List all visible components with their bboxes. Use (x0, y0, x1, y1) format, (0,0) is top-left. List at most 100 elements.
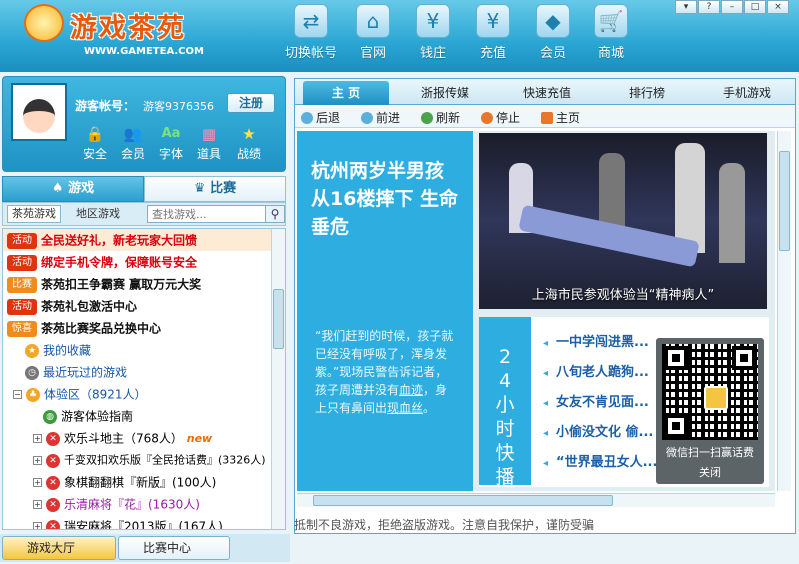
font-button[interactable]: Aa 字体 (153, 125, 189, 162)
photo-figure (719, 163, 745, 263)
surprise-tag: 惊喜 (7, 320, 37, 337)
list-item[interactable]: 惊喜 茶苑比赛奖品兑换中心 (3, 317, 285, 339)
quick-news-item[interactable]: 女友不肯见面... (543, 391, 649, 410)
list-item[interactable]: + ✕ 欢乐斗地主（768人） new (3, 427, 285, 449)
left-panel: 游客帐号： 游客9376356 注册 🔒 安全 👥 会员 Aa 字体 ▦ 道具 ★ 战绩 … (0, 72, 290, 532)
list-item-label: 茶苑礼包激活中心 (41, 299, 138, 314)
expand-icon[interactable]: + (33, 478, 42, 487)
star-icon: ★ (242, 125, 256, 143)
expand-icon[interactable]: + (33, 500, 42, 509)
list-item[interactable]: 比赛 茶苑扣王争霸赛 赢取万元大奖 (3, 273, 285, 295)
list-item[interactable]: ★ 我的收藏 (3, 339, 285, 361)
tab-ranking[interactable]: 排行榜 (607, 81, 687, 105)
search-icon[interactable]: ⚲ (265, 205, 285, 223)
security-button[interactable]: 🔒 安全 (77, 125, 113, 162)
clock-icon: ◷ (25, 365, 39, 380)
list-item-label: 游客体验指南 (61, 409, 134, 424)
tab-game-hall[interactable]: 游戏大厅 (2, 536, 116, 560)
home-page-button[interactable]: 主页 (541, 109, 580, 126)
tab-home[interactable]: 主 页 (303, 81, 389, 105)
news-headline[interactable]: 杭州两岁半男孩从16楼摔下 生命垂危 (297, 131, 473, 307)
content-hscroll-thumb[interactable] (313, 495, 613, 506)
content-scrollbar[interactable] (777, 131, 791, 491)
list-item[interactable]: ◍ 游客体验指南 (3, 405, 285, 427)
list-item[interactable]: 活动 全民送好礼，新老玩家大回馈 (3, 229, 285, 251)
props-icon: ▦ (201, 125, 217, 143)
browser-toolbar: 后退 前进 刷新 停止 主页 (295, 106, 795, 128)
quote-link[interactable]: 血迹 (399, 383, 423, 397)
quick-news-item[interactable]: “世界最丑女人... (543, 451, 657, 470)
list-item[interactable]: 活动 茶苑礼包激活中心 (3, 295, 285, 317)
expand-icon[interactable]: + (33, 434, 42, 443)
qr-close-button[interactable]: 关闭 (656, 464, 764, 480)
list-item[interactable]: + ✕ 瑞安麻将『2013版』(167人) (3, 515, 285, 529)
list-item[interactable]: − ♣ 体验区（8921人） (3, 383, 285, 405)
tab-quick-recharge[interactable]: 快速充值 (507, 81, 587, 105)
globe-icon: ◍ (43, 409, 57, 424)
official-site-button[interactable]: ⌂ 官网 (344, 4, 402, 66)
list-scrollbar[interactable] (271, 229, 285, 529)
bank-icon: ¥ (416, 4, 450, 38)
collapse-icon[interactable]: − (13, 390, 22, 399)
region-games-tab[interactable]: 地区游戏 (71, 205, 125, 223)
bank-button[interactable]: ¥ 钱庄 (404, 4, 462, 66)
content-scroll-thumb[interactable] (779, 151, 790, 251)
quick-news-item[interactable]: 八旬老人跪狗... (543, 361, 649, 380)
quick-news-item[interactable]: 小偷没文化 偷... (543, 421, 653, 440)
stop-button[interactable]: 停止 (481, 109, 520, 126)
register-button[interactable]: 注册 (227, 93, 275, 113)
refresh-button[interactable]: 刷新 (421, 109, 460, 126)
list-scroll-thumb[interactable] (273, 289, 284, 349)
props-button[interactable]: ▦ 道具 (191, 125, 227, 162)
record-label: 战绩 (236, 147, 261, 161)
shop-button[interactable]: 🛒 商城 (582, 4, 640, 66)
help-icon[interactable]: ? (698, 0, 720, 14)
favorites-icon: ★ (25, 343, 39, 358)
list-item-label: 我的收藏 (43, 343, 92, 358)
member-user-button[interactable]: 👥 会员 (115, 125, 151, 162)
avatar[interactable] (11, 83, 67, 141)
member-button[interactable]: ◆ 会员 (524, 4, 582, 66)
font-icon: Aa (161, 126, 181, 141)
list-item[interactable]: + ✕ 千变双扣欢乐版『全民抢话费』(3326人) (3, 449, 285, 471)
list-item[interactable]: + ✕ 乐清麻将『花』(1630人) (3, 493, 285, 515)
crown-icon: ♛ (193, 181, 211, 196)
official-site-label: 官网 (359, 46, 386, 61)
refresh-label: 刷新 (436, 111, 461, 125)
recharge-button[interactable]: ¥ 充值 (464, 4, 522, 66)
tab-match-center[interactable]: 比赛中心 (118, 536, 230, 560)
close-icon[interactable]: × (767, 0, 789, 14)
back-icon (301, 112, 313, 124)
maximize-icon[interactable]: □ (744, 0, 766, 14)
quote-link[interactable]: 现血丝 (387, 401, 423, 415)
user-panel: 游客帐号： 游客9376356 注册 🔒 安全 👥 会员 Aa 字体 ▦ 道具 ★ 战绩 (2, 76, 286, 172)
tab-mobile-games[interactable]: 手机游戏 (707, 81, 787, 105)
window-controls: ▾ ? – □ × (675, 0, 789, 14)
dropdown-icon[interactable]: ▾ (675, 0, 697, 14)
tab-zhebao[interactable]: 浙报传媒 (405, 81, 485, 105)
font-label: 字体 (158, 147, 183, 161)
list-item-label: 欢乐斗地主（768人） (64, 431, 183, 446)
expand-icon[interactable]: + (33, 456, 42, 465)
back-button[interactable]: 后退 (301, 109, 340, 126)
left-tabs: ♠ 游戏 ♛ 比赛 (2, 176, 286, 202)
tea-games-tab[interactable]: 茶苑游戏 (7, 205, 61, 223)
list-item-label: 茶苑扣王争霸赛 赢取万元大奖 (41, 277, 202, 292)
switch-account-icon: ⇄ (294, 4, 328, 38)
list-item[interactable]: ◷ 最近玩过的游戏 (3, 361, 285, 383)
list-item[interactable]: 活动 绑定手机令牌，保障账号安全 (3, 251, 285, 273)
record-button[interactable]: ★ 战绩 (231, 125, 267, 162)
content-hscrollbar[interactable] (297, 493, 775, 507)
expand-icon[interactable]: + (33, 522, 42, 529)
tab-game[interactable]: ♠ 游戏 (2, 176, 144, 202)
search-input[interactable] (147, 205, 269, 223)
list-item[interactable]: + ✕ 象棋翻翻棋『新版』(100人) (3, 471, 285, 493)
quick-news-item[interactable]: 一中学闯进黑... (543, 331, 649, 350)
qr-logo (704, 386, 728, 410)
tab-match[interactable]: ♛ 比赛 (144, 176, 286, 202)
news-photo[interactable]: 上海市民参观体验当“精神病人” (479, 133, 767, 309)
forward-button[interactable]: 前进 (361, 109, 400, 126)
switch-account-button[interactable]: ⇄ 切换帐号 (282, 4, 340, 66)
minimize-icon[interactable]: – (721, 0, 743, 14)
back-label: 后退 (316, 111, 341, 125)
